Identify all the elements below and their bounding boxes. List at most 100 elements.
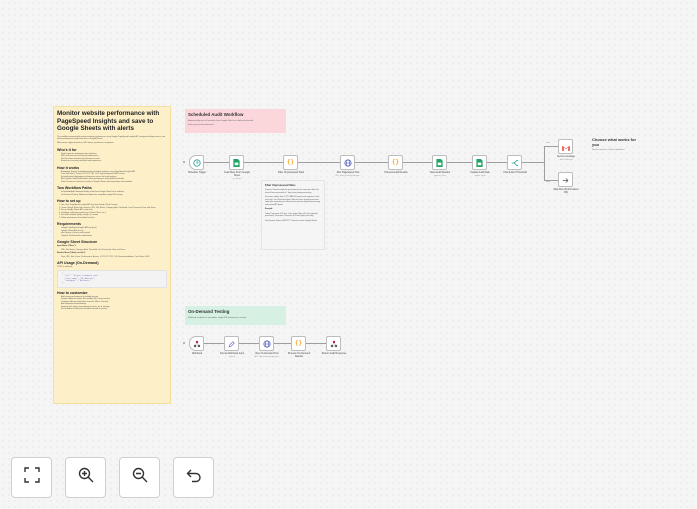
node-subtitle: append: sheet (434, 174, 446, 177)
note-sheet-input: Input Sheet ("Sites"): (57, 245, 77, 248)
connection (403, 162, 432, 163)
zoom-in-icon (78, 467, 94, 488)
node-title: Save Audit Results (429, 171, 451, 174)
detail-purpose: Purpose: Prevents duplicate processing o… (265, 189, 319, 194)
detail-logic: Processes today's date (YYYY-MM-DD forma… (265, 196, 320, 206)
node-update-audit-date[interactable] (472, 155, 487, 170)
edit-icon (228, 335, 235, 353)
node-schedule-trigger[interactable] (189, 155, 204, 170)
sheet-icon (476, 154, 483, 172)
node-send-message[interactable] (558, 139, 573, 154)
on-demand-section-title: On-Demand Testing (188, 309, 230, 314)
code-icon: {} (286, 159, 295, 166)
node-process-on-demand[interactable]: {} (291, 336, 306, 351)
scheduled-audit-section[interactable]: Scheduled Audit Workflow Automatically t… (185, 109, 286, 133)
list-item: Define performance thresholds for alerts (61, 217, 167, 220)
code-icon: {} (391, 159, 400, 166)
add-input-handle[interactable] (183, 342, 185, 344)
note-how-heading: How it works (57, 165, 80, 170)
list-item: URL, Site Name, Category, Alert Threshol… (61, 249, 167, 252)
node-save-audit[interactable] (432, 155, 447, 170)
list-item: Optional: Slack/email for notifications (61, 235, 167, 238)
add-input-handle[interactable] (183, 161, 185, 163)
sheet-icon (436, 154, 443, 172)
node-skip-alert[interactable] (558, 172, 573, 187)
node-run-pagespeed[interactable] (340, 155, 355, 170)
node-subtitle: update: sheet (474, 174, 486, 177)
note-setup-heading: How to set up (57, 199, 81, 204)
globe-icon (262, 335, 271, 353)
node-return-response[interactable] (326, 336, 341, 351)
workflow-description-note[interactable]: Monitor website performance with PageSpe… (53, 106, 171, 404)
node-webhook[interactable] (189, 336, 204, 351)
split-icon (511, 154, 519, 172)
note-who-list: Digital agencies monitoring client websi… (57, 153, 167, 163)
note-customize-heading: How to customize (57, 290, 88, 295)
detail-title: Filter Unprocessed Sites (265, 184, 296, 187)
detail-example-heading: Example (265, 208, 273, 210)
note-sheet-results-list: Date, URL, Site, Score, Performance, Acc… (57, 256, 167, 259)
scheduled-section-desc: Automatically tests all websites from Go… (188, 120, 254, 122)
globe-icon (343, 154, 352, 172)
node-title: Process On-Demand Results (287, 352, 311, 358)
node-check-alert[interactable] (507, 155, 522, 170)
list-item: Data Persistence: Historical records in … (61, 181, 167, 184)
clock-icon (192, 154, 201, 172)
connection (298, 162, 340, 163)
connection (204, 343, 224, 344)
node-subtitle: get row(s) (232, 177, 242, 180)
node-label: Process Audit Results (381, 171, 411, 175)
node-subtitle: GET: https://www.googleapis... (254, 355, 280, 358)
note-api-code: { "url": "https://example.com", "site_na… (57, 269, 167, 288)
on-demand-section-desc: Webhook endpoint for immediate single-UR… (188, 317, 247, 319)
detail-example: Today: Processes all 3 sites. Later toda… (265, 212, 318, 218)
zoom-out-button[interactable] (119, 457, 160, 498)
node-process-audit[interactable]: {} (388, 155, 403, 170)
connection (522, 162, 544, 163)
choose-notification-note[interactable]: Choose what works for you Send an email … (592, 137, 642, 151)
node-label: Run On-Demand Test GET: https://www.googl… (252, 352, 282, 359)
note-sheet-heading: Google Sheet Structure (57, 240, 98, 245)
note-requirements-list: Google PageSpeed Insights API key (free)… (57, 227, 167, 237)
note-who-heading: Who's it for (57, 147, 77, 152)
connection (544, 146, 545, 180)
node-label: Process On-Demand Results (284, 352, 314, 359)
note-api-desc: POST to webhook: (57, 266, 73, 269)
node-label: Format Webhook Input manual (217, 352, 247, 359)
fit-view-button[interactable] (11, 457, 52, 498)
node-format-webhook[interactable] (224, 336, 239, 351)
list-item: On-Demand Testing: Webhook endpoint for … (61, 194, 167, 197)
node-run-on-demand[interactable] (259, 336, 274, 351)
zoom-in-button[interactable] (65, 457, 106, 498)
choose-desc: Send an email or a Slack notification. (592, 149, 625, 151)
node-title: Run On-Demand Test (255, 352, 279, 355)
note-sheet-results: Results Sheet ("Audit_results"): (57, 252, 86, 255)
note-users: Web owners, digital marketers, SEO teams… (57, 141, 115, 144)
connection (306, 343, 326, 344)
zoom-out-icon (132, 467, 148, 488)
node-filter-unprocessed[interactable]: {} (283, 155, 298, 170)
webhook-icon (193, 335, 201, 353)
connection (244, 162, 283, 163)
node-title: Webhook (191, 352, 203, 355)
filter-details-note[interactable]: Filter Unprocessed Sites Purpose: Preven… (261, 180, 325, 250)
connection (239, 343, 259, 344)
node-load-sites[interactable] (229, 155, 244, 170)
node-label: Skip Alert (Performance OK) (551, 188, 581, 195)
arrow-icon (562, 171, 569, 189)
note-paths-list: Scheduled Audit: Automated daily audits … (57, 191, 167, 196)
node-subtitle: send: message (559, 158, 573, 161)
reset-zoom-button[interactable] (173, 457, 214, 498)
connection (204, 162, 229, 163)
list-item: Set up different notification schedules … (61, 308, 167, 311)
code-icon: {} (294, 340, 303, 347)
true-branch-label: true (546, 142, 550, 144)
note-requirements-heading: Requirements (57, 222, 81, 227)
on-demand-section[interactable]: On-Demand Testing Webhook endpoint for i… (185, 306, 286, 325)
choose-title: Choose what works for you (592, 137, 637, 147)
note-paths-heading: Two Workflow Paths (57, 186, 92, 191)
note-setup-list: Get a free PageSpeed Insights API key fr… (57, 204, 167, 219)
node-label: Update Audit Date update: sheet (465, 171, 495, 178)
node-label: Filter Unprocessed Sites (276, 171, 306, 175)
connection (447, 162, 472, 163)
